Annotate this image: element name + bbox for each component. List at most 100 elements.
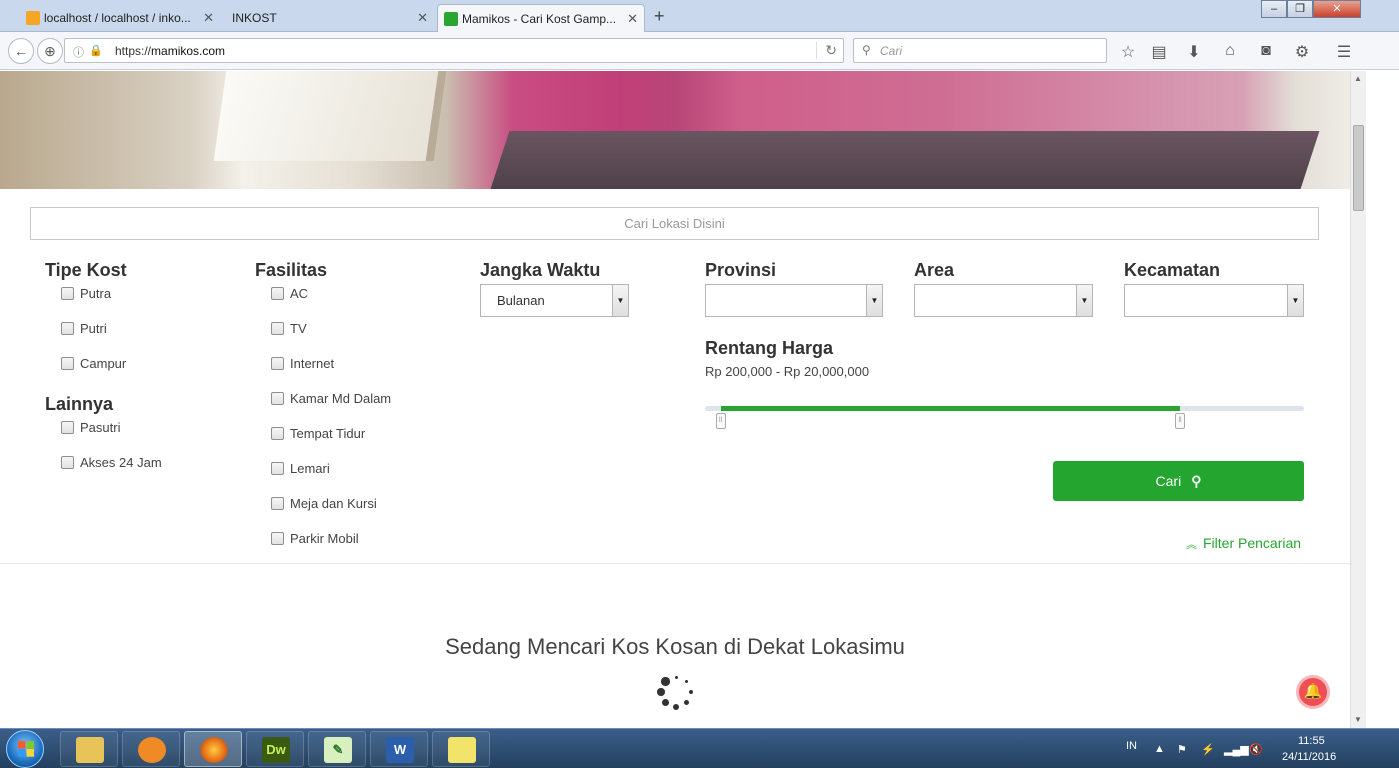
checkbox-box[interactable] (271, 532, 284, 545)
spinner-dot (661, 677, 670, 686)
taskbar-firefox[interactable] (184, 731, 242, 767)
volume-icon[interactable]: 🔇 (1249, 743, 1263, 756)
loading-spinner (655, 671, 697, 713)
spinner-dot (674, 675, 678, 679)
kecamatan-select[interactable]: ▼ (1124, 284, 1304, 317)
menu-icon[interactable]: ☰ (1334, 42, 1354, 62)
checkbox-box[interactable] (61, 456, 74, 469)
checkbox-box[interactable] (271, 392, 284, 405)
checkbox-box[interactable] (61, 322, 74, 335)
chevron-down-icon[interactable]: ▼ (1287, 285, 1303, 316)
slider-min-handle[interactable]: ll (715, 413, 726, 429)
slider-max-handle[interactable]: ll (1175, 413, 1185, 429)
info-icon[interactable]: ⓘ (73, 44, 84, 60)
tab-title: localhost / localhost / inko... (44, 11, 191, 25)
taskbar-notepad-plus-plus[interactable]: ✎ (308, 731, 366, 767)
chevron-down-icon[interactable]: ▼ (1076, 285, 1092, 316)
chevron-down-icon[interactable]: ▼ (866, 285, 882, 316)
bookmark-star-icon[interactable]: ☆ (1118, 42, 1138, 62)
taskbar-dreamweaver[interactable]: Dw (246, 731, 304, 767)
spinner-dot (684, 679, 689, 684)
price-range-slider[interactable] (705, 406, 1304, 411)
location-search-input[interactable]: Cari Lokasi Disini (30, 207, 1319, 240)
new-tab-icon[interactable]: + (654, 6, 665, 27)
taskbar-explorer[interactable] (60, 731, 118, 767)
browser-search-input[interactable]: ⚲ Cari (853, 38, 1107, 63)
page-scrollbar[interactable]: ▲ ▼ (1350, 71, 1366, 728)
jangka-waktu-select[interactable]: Bulanan ▼ (480, 284, 629, 317)
kecamatan-heading: Kecamatan (1124, 260, 1221, 280)
phpmyadmin-icon (26, 11, 40, 25)
tab-mamikos[interactable]: Mamikos - Cari Kost Gamp... ✕ (437, 4, 645, 32)
pocket-icon[interactable]: ◙ (1256, 42, 1276, 60)
close-tab-icon[interactable]: ✕ (203, 10, 214, 26)
scrollbar-thumb[interactable] (1353, 125, 1364, 211)
chevron-down-icon[interactable]: ▼ (612, 285, 628, 316)
search-icon: ⚲ (862, 43, 871, 57)
rentang-harga-heading: Rentang Harga (705, 338, 834, 358)
dreamweaver-icon: Dw (262, 737, 290, 763)
checkbox-box[interactable] (271, 322, 284, 335)
checkbox-box[interactable] (271, 427, 284, 440)
tab-localhost[interactable]: localhost / localhost / inko... ✕ (20, 4, 220, 32)
filter-pencarian-toggle[interactable]: ︽ Filter Pencarian (1186, 535, 1301, 552)
minimize-button[interactable]: – (1261, 0, 1287, 18)
taskbar-sticky-notes[interactable] (432, 731, 490, 767)
start-button[interactable] (6, 730, 44, 768)
taskbar-word[interactable]: W (370, 731, 428, 767)
checkbox-box[interactable] (271, 497, 284, 510)
clock-time[interactable]: 11:55 (1298, 735, 1325, 747)
close-window-button[interactable]: ✕ (1313, 0, 1361, 18)
crosshair-icon[interactable]: ⊕ (37, 38, 63, 64)
language-indicator[interactable]: IN (1126, 740, 1137, 752)
hero-window (213, 71, 447, 161)
checkbox-box[interactable] (61, 287, 74, 300)
chevron-up-icon: ︽ (1186, 539, 1197, 551)
provinsi-heading: Provinsi (705, 260, 777, 280)
close-tab-icon[interactable]: ✕ (417, 10, 428, 26)
checkbox-box[interactable] (271, 462, 284, 475)
spinner-dot (688, 689, 694, 695)
reading-list-icon[interactable]: ▤ (1149, 42, 1169, 62)
search-placeholder: Cari (880, 44, 903, 58)
scroll-down-arrow[interactable]: ▼ (1354, 715, 1362, 724)
checkbox-box[interactable] (271, 357, 284, 370)
hero-bed (490, 131, 1320, 189)
maximize-button[interactable]: ❐ (1287, 0, 1313, 18)
checkbox-box[interactable] (61, 357, 74, 370)
taskbar-uc-browser[interactable] (122, 731, 180, 767)
browser-nav-bar: ← ⊕ ⓘ 🔒 https://mamikos.com ↻ ⚲ Cari ☆ ▤… (0, 32, 1399, 70)
filter-pencarian-label: Filter Pencarian (1203, 535, 1302, 551)
notification-bell-button[interactable]: 🔔 (1296, 675, 1330, 709)
checkbox-box[interactable] (61, 421, 74, 434)
back-button[interactable]: ← (8, 38, 34, 64)
clock-date[interactable]: 24/11/2016 (1282, 751, 1336, 763)
notepad-icon: ✎ (324, 737, 352, 763)
checkbox-box[interactable] (271, 287, 284, 300)
searching-status-text: Sedang Mencari Kos Kosan di Dekat Lokasi… (445, 634, 905, 659)
address-bar[interactable]: ⓘ 🔒 https://mamikos.com ↻ (64, 38, 844, 63)
home-icon[interactable]: ⌂ (1220, 42, 1240, 60)
sticky-notes-icon (448, 737, 476, 763)
tab-inkost[interactable]: INKOST ✕ (222, 4, 434, 32)
show-hidden-icons[interactable]: ▲ (1154, 743, 1165, 755)
tipe-kost-heading: Tipe Kost (45, 260, 127, 280)
close-tab-icon[interactable]: ✕ (627, 11, 638, 27)
fasilitas-heading: Fasilitas (255, 260, 328, 280)
cari-button[interactable]: Cari ⚲ (1053, 461, 1304, 501)
reload-icon[interactable]: ↻ (816, 42, 837, 59)
extension-icon[interactable]: ⚙ (1292, 42, 1312, 62)
power-icon[interactable]: ⚡ (1201, 743, 1215, 756)
area-heading: Area (914, 260, 955, 280)
scroll-up-arrow[interactable]: ▲ (1354, 74, 1362, 83)
provinsi-select[interactable]: ▼ (705, 284, 883, 317)
price-range-fill (720, 406, 1180, 411)
signal-icon[interactable]: ▂▄▆ (1224, 743, 1249, 756)
area-select[interactable]: ▼ (914, 284, 1093, 317)
spinner-dot (657, 688, 665, 696)
hero-room-image (0, 71, 1350, 189)
uc-browser-icon (138, 737, 166, 763)
network-flag-icon[interactable]: ⚑ (1177, 743, 1187, 756)
firefox-icon (200, 737, 228, 763)
download-icon[interactable]: ⬇ (1184, 42, 1204, 62)
